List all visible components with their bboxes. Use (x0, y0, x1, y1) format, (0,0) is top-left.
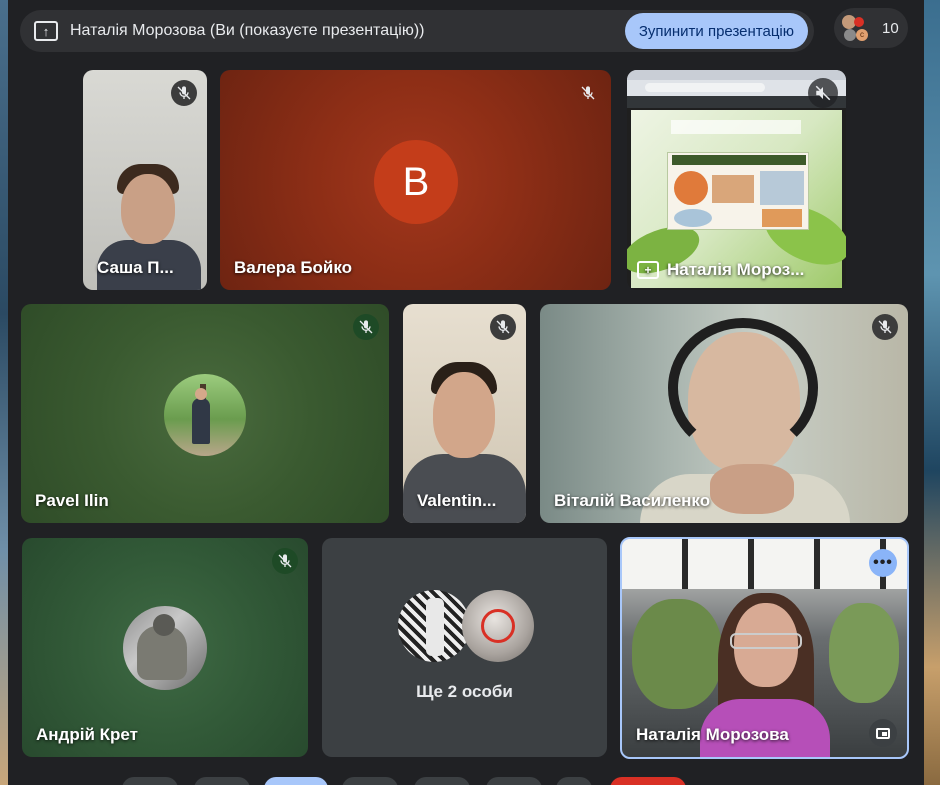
more-participants-label: Ще 2 особи (416, 682, 513, 701)
present-screen-icon: + (637, 261, 659, 279)
participant-tile-sasha[interactable]: Саша П... (83, 70, 207, 290)
participant-name: Pavel Ilin (35, 491, 109, 510)
participant-tile-valentin[interactable]: Valentin... (403, 304, 526, 523)
presenter-label: + Наталія Мороз... (637, 260, 804, 280)
mic-off-icon (490, 314, 516, 340)
participant-name: Віталій Василенко (554, 491, 711, 510)
presenting-text: Наталія Морозова (Ви (показуєте презента… (70, 22, 425, 39)
participant-name: Валера Бойко (234, 258, 353, 277)
volume-off-icon (808, 78, 838, 108)
desktop-background-right (924, 0, 940, 785)
participant-name: Саша П... (97, 258, 174, 277)
mic-off-icon (872, 314, 898, 340)
screen-share-tile[interactable]: + Наталія Мороз... (627, 70, 846, 290)
leave-call-button[interactable] (610, 777, 686, 785)
mic-off-icon (272, 548, 298, 574)
avatar: B (374, 140, 458, 224)
avatar (398, 590, 470, 662)
pip-icon[interactable] (869, 719, 897, 747)
avatar (164, 374, 246, 456)
participant-tile-vitaliy[interactable]: Віталій Василенко (540, 304, 908, 523)
participants-button[interactable]: c 10 (834, 8, 908, 48)
self-view-tile[interactable]: ••• Наталія Морозова (620, 537, 909, 759)
control-button[interactable] (194, 777, 250, 785)
more-participants-tile[interactable]: Ще 2 особи (322, 538, 607, 757)
avatar (462, 590, 534, 662)
meet-window: ↑ Наталія Морозова (Ви (показуєте презен… (8, 0, 924, 785)
presenter-name: Наталія Мороз... (667, 260, 805, 279)
control-button[interactable] (342, 777, 398, 785)
desktop-background-left (0, 0, 8, 785)
control-button[interactable] (486, 777, 542, 785)
participant-tile-valera[interactable]: B Валера Бойко (220, 70, 611, 290)
stop-presenting-button[interactable]: Зупинити презентацію (624, 13, 808, 49)
present-screen-icon: ↑ (34, 21, 58, 41)
participant-name: Наталія Морозова (636, 725, 789, 744)
participant-tile-pavel[interactable]: Pavel Ilin (21, 304, 389, 523)
presentation-status-bar: ↑ Наталія Морозова (Ви (показуєте презен… (20, 10, 814, 52)
mic-off-icon (171, 80, 197, 106)
control-button[interactable] (122, 777, 178, 785)
more-options-icon[interactable]: ••• (869, 549, 897, 577)
control-button[interactable] (414, 777, 470, 785)
participant-avatars: c (842, 15, 868, 41)
participant-name: Андрій Крет (36, 725, 138, 744)
control-button[interactable] (264, 777, 328, 785)
avatar (123, 606, 207, 690)
mic-off-icon (575, 80, 601, 106)
control-button[interactable] (556, 777, 592, 785)
mic-off-icon (353, 314, 379, 340)
participant-tile-andriy[interactable]: Андрій Крет (22, 538, 308, 757)
participant-name: Valentin... (417, 491, 497, 510)
participant-count: 10 (882, 19, 899, 37)
